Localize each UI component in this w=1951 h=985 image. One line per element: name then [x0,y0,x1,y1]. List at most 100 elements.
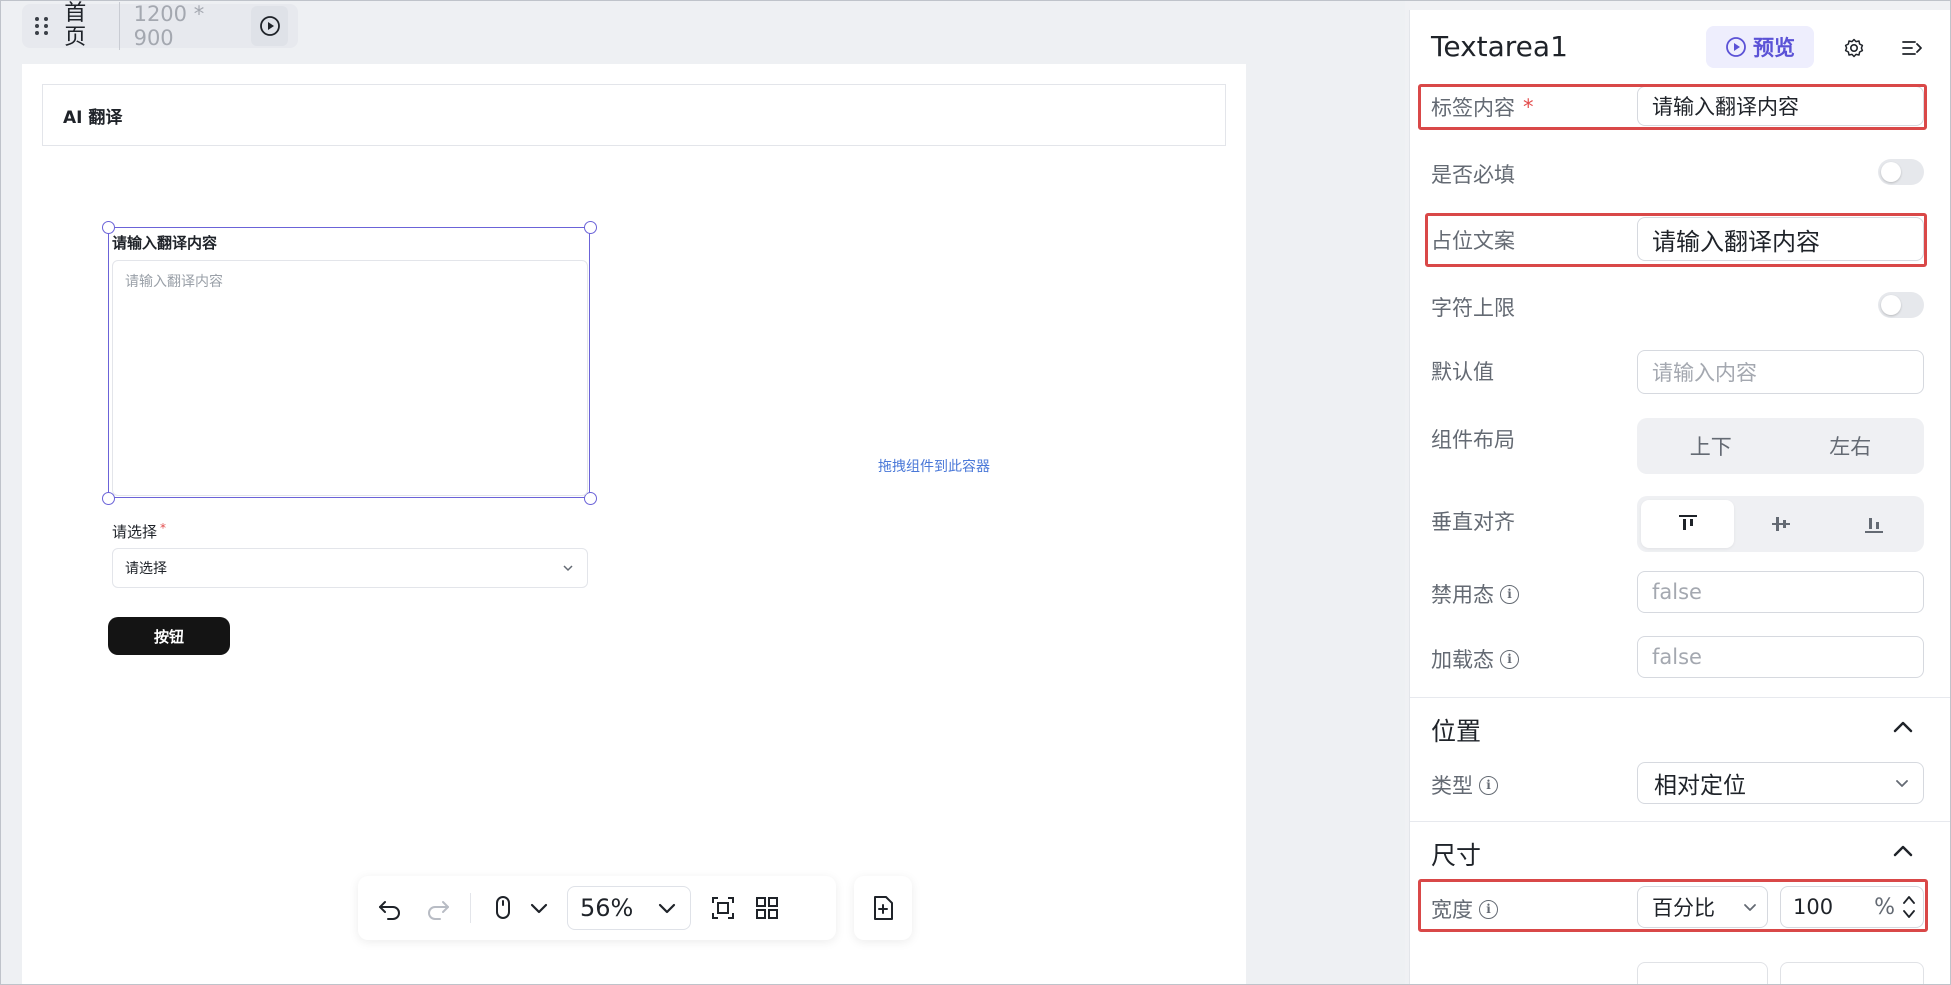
drop-zone-hint[interactable]: 拖拽组件到此容器 [878,456,990,476]
collapse-panel-icon[interactable] [1898,34,1926,62]
position-section-title: 位置 [1431,717,1482,746]
page-title: AI 翻译 [63,107,123,128]
preview-button[interactable]: 预览 [1706,26,1814,68]
required-mark: * [1523,95,1534,119]
row-loading: 加载态 i false [1410,636,1951,678]
preview-label: 预览 [1753,36,1795,60]
size-section-title: 尺寸 [1431,841,1482,870]
page-tab-bar: 首页 1200 * 900 [22,2,298,50]
align-bottom-icon[interactable] [1827,500,1920,548]
row-max-chars: 字符上限 [1410,286,1951,326]
chevron-down-icon [658,903,676,914]
disabled-input[interactable]: false [1637,571,1924,613]
button-component[interactable]: 按钮 [108,617,230,655]
page-size: 1200 * 900 [133,2,205,50]
chevron-up-icon[interactable] [1890,714,1916,740]
info-icon[interactable]: i [1500,649,1519,669]
canvas-toolbar: 56% [358,876,836,940]
select-label: 请选择 * [112,521,166,542]
width-label-text: 宽度 [1431,898,1473,922]
info-icon[interactable]: i [1479,775,1498,795]
height-mode-select[interactable] [1637,962,1768,985]
max-chars-toggle[interactable] [1878,292,1924,318]
textarea-placeholder: 请输入翻译内容 [125,274,223,290]
default-value-placeholder: 请输入内容 [1652,361,1757,385]
mouse-icon[interactable] [485,890,521,926]
row-label-content: 标签内容 * 请输入翻译内容 [1410,86,1951,126]
row-disabled: 禁用态 i false [1410,571,1951,613]
drag-handle-icon[interactable] [32,15,52,37]
disabled-label-text: 禁用态 [1431,583,1494,607]
loading-input[interactable]: false [1637,636,1924,678]
page-header[interactable]: AI 翻译 [42,84,1226,146]
component-name[interactable]: Textarea1 [1431,30,1568,63]
add-file-icon[interactable] [865,890,901,926]
label-content-input[interactable]: 请输入翻译内容 [1637,86,1924,126]
resize-handle-top-right[interactable] [584,221,597,234]
zoom-value: 56% [580,894,634,922]
size-section-header[interactable]: 尺寸 [1410,821,1951,877]
label-content-value: 请输入翻译内容 [1652,95,1799,119]
align-middle-icon[interactable] [1734,500,1827,548]
disabled-label: 禁用态 i [1431,579,1519,609]
placeholder-input[interactable]: 请输入翻译内容 [1637,217,1924,261]
align-top-icon[interactable] [1641,500,1734,548]
width-unit: % [1874,894,1895,920]
width-mode-value: 百分比 [1652,896,1715,920]
chevron-up-icon[interactable] [1890,838,1916,864]
fit-screen-icon[interactable] [705,890,741,926]
row-placeholder: 占位文案 请输入翻译内容 [1410,217,1951,261]
select-component[interactable]: 请选择 [112,548,588,588]
default-value-input[interactable]: 请输入内容 [1637,350,1924,394]
row-height-partial [1410,954,1951,985]
row-position-type: 类型 i 相对定位 [1410,762,1951,804]
chevron-down-icon [1744,904,1756,911]
page-name[interactable]: 首页 [64,2,120,50]
textarea-label: 请输入翻译内容 [112,234,218,252]
gear-icon[interactable] [1840,34,1868,62]
loading-label: 加载态 i [1431,644,1519,674]
layout-option-horizontal[interactable]: 左右 [1781,422,1921,470]
required-mark: * [160,521,167,535]
layout-option-vertical[interactable]: 上下 [1641,422,1781,470]
design-page[interactable]: AI 翻译 请输入翻译内容 请输入翻译内容 请选择 * 请选择 按钮 拖拽组件到此… [22,64,1246,985]
vertical-align-label: 垂直对齐 [1431,510,1515,534]
position-type-select[interactable]: 相对定位 [1637,762,1924,804]
run-button[interactable] [251,6,288,46]
info-icon[interactable]: i [1479,899,1498,919]
chevron-down-icon [1896,780,1908,787]
play-circle-icon [1726,37,1746,57]
layout-label: 组件布局 [1431,428,1515,452]
grid-layout-icon[interactable] [749,890,785,926]
row-default-value: 默认值 请输入内容 [1410,350,1951,394]
required-toggle[interactable] [1878,159,1924,185]
placeholder-value: 请输入翻译内容 [1652,227,1820,256]
label-content-label: 标签内容 * [1431,92,1534,122]
properties-panel: Textarea1 预览 标签内容 * 请输入翻译内容 是否必填 占位文案 请输入… [1409,10,1951,985]
zoom-select[interactable]: 56% [567,886,691,930]
chevron-down-icon[interactable] [521,890,557,926]
canvas-area[interactable]: 首页 1200 * 900 AI 翻译 请输入翻译内容 请输入翻译内容 请选择 *… [0,0,1405,985]
row-vertical-align: 垂直对齐 [1410,496,1951,552]
select-value: 请选择 [125,561,167,577]
chevron-down-icon [563,565,573,572]
width-value: 100 [1793,895,1834,919]
row-width: 宽度 i 百分比 100 % [1410,886,1951,928]
position-type-label: 类型 i [1431,770,1498,800]
height-number-input[interactable] [1780,962,1924,985]
toolbar-divider [470,893,471,923]
redo-icon[interactable] [420,890,456,926]
width-mode-select[interactable]: 百分比 [1637,886,1768,928]
width-number-input[interactable]: 100 % [1780,886,1924,928]
default-value-label: 默认值 [1431,360,1494,384]
textarea-component[interactable]: 请输入翻译内容 [112,260,588,496]
vertical-align-segmented [1637,496,1924,552]
width-label: 宽度 i [1431,894,1498,924]
loading-label-text: 加载态 [1431,648,1494,672]
label-content-text: 标签内容 [1431,96,1515,120]
layout-segmented: 上下 左右 [1637,418,1924,474]
info-icon[interactable]: i [1500,584,1519,604]
undo-icon[interactable] [372,890,408,926]
position-section-header[interactable]: 位置 [1410,697,1951,753]
stepper-icon[interactable] [1901,892,1917,922]
